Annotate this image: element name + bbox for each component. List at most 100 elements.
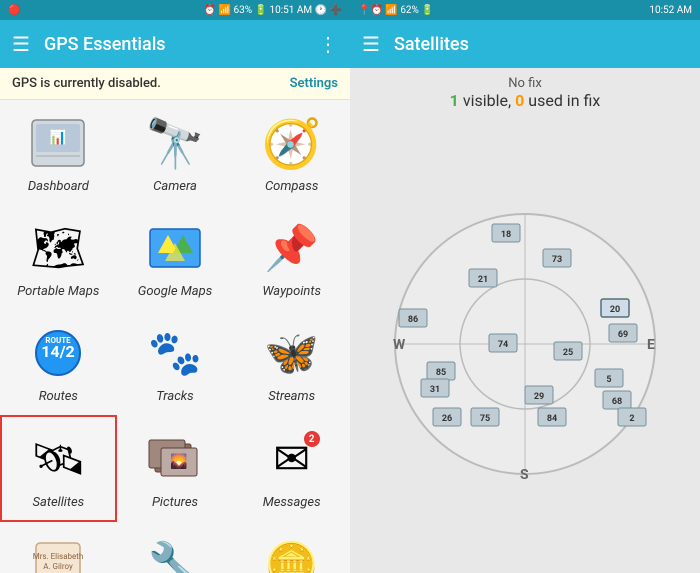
google-maps-icon xyxy=(148,225,202,271)
svg-text:20: 20 xyxy=(610,305,620,315)
svg-text:68: 68 xyxy=(612,397,622,407)
satellites-label: Satellites xyxy=(32,495,84,510)
svg-text:🌄: 🌄 xyxy=(170,453,187,470)
visible-text: visible, xyxy=(463,91,515,110)
portable-maps-label: Portable Maps xyxy=(17,284,99,299)
gps-banner: GPS is currently disabled. Settings xyxy=(0,68,350,100)
grid-item-google-maps[interactable]: Google Maps xyxy=(117,205,234,310)
routes-icon: ROUTE 14/2 xyxy=(30,327,86,379)
svg-text:85: 85 xyxy=(436,368,446,378)
svg-text:84: 84 xyxy=(547,414,557,424)
waypoints-label: Waypoints xyxy=(262,284,321,299)
svg-text:E: E xyxy=(647,337,655,353)
svg-text:Mrs. Elisabeth: Mrs. Elisabeth xyxy=(33,552,84,561)
tracks-icon: 🐾 xyxy=(148,327,203,379)
grid-item-coin[interactable]: 🪙 xyxy=(233,522,350,573)
svg-text:📊: 📊 xyxy=(50,129,67,146)
google-maps-label: Google Maps xyxy=(138,284,212,299)
svg-text:31: 31 xyxy=(430,385,440,395)
grid-item-pictures[interactable]: 🌄 Pictures xyxy=(117,415,234,522)
svg-text:5: 5 xyxy=(606,375,611,385)
svg-text:21: 21 xyxy=(478,275,488,285)
dashboard-label: Dashboard xyxy=(28,179,89,194)
svg-text:26: 26 xyxy=(442,414,452,424)
coin-icon-wrap: 🪙 xyxy=(260,533,324,573)
grid-item-satellites[interactable]: 🛰 Satellites xyxy=(0,415,117,522)
dashboard-icon: 📊 xyxy=(30,118,86,168)
pictures-label: Pictures xyxy=(152,495,198,510)
no-fix-label: No fix xyxy=(350,76,700,91)
grid-item-dashboard[interactable]: 📊 Dashboard xyxy=(0,100,117,205)
messages-label: Messages xyxy=(263,495,321,510)
grid-item-tools[interactable]: 🔧 xyxy=(117,522,234,573)
page-title: Satellites xyxy=(394,34,469,55)
google-maps-icon-wrap xyxy=(143,216,207,280)
routes-icon-wrap: ROUTE 14/2 xyxy=(26,321,90,385)
svg-text:2: 2 xyxy=(629,414,634,424)
compass-icon: 🧭 xyxy=(262,115,322,172)
gps-status-text: GPS is currently disabled. xyxy=(12,76,161,91)
compass-label: Compass xyxy=(265,179,318,194)
grid-item-routes[interactable]: ROUTE 14/2 Routes xyxy=(0,310,117,415)
grid-item-streams[interactable]: 🦋 Streams xyxy=(233,310,350,415)
tracks-label: Tracks xyxy=(156,389,193,404)
app-grid: 📊 Dashboard 🔭 Camera 🧭 Compass 🗺 Portabl… xyxy=(0,100,350,573)
satellites-icon-wrap: 🛰 xyxy=(26,427,90,491)
status-right-time: 10:52 AM xyxy=(649,5,692,16)
svg-text:69: 69 xyxy=(618,330,628,340)
grid-item-compass[interactable]: 🧭 Compass xyxy=(233,100,350,205)
grid-item-contact[interactable]: Mrs. Elisabeth A. Gilroy West Sussex xyxy=(0,522,117,573)
satellite-info: No fix 1 visible, 0 used in fix xyxy=(350,68,700,114)
status-center-left: ⏰ 📶 63% 🔋 10:51 AM 🕐 ➕ xyxy=(204,5,342,16)
svg-text:A. Gilroy: A. Gilroy xyxy=(44,562,74,571)
compass-svg: W E S 18 73 21 xyxy=(385,204,665,484)
routes-label: Routes xyxy=(39,389,78,404)
hamburger-menu-icon[interactable]: ☰ xyxy=(12,32,30,56)
svg-text:25: 25 xyxy=(563,348,573,358)
streams-icon: 🦋 xyxy=(264,327,319,379)
status-left: 🔴 xyxy=(8,5,20,16)
svg-text:86: 86 xyxy=(408,315,418,325)
fix-status: 1 visible, 0 used in fix xyxy=(350,91,700,110)
right-hamburger-icon[interactable]: ☰ xyxy=(362,32,380,56)
grid-item-messages[interactable]: ✉ 2 Messages xyxy=(233,415,350,522)
svg-text:14/2: 14/2 xyxy=(42,342,75,361)
messages-icon-wrap: ✉ 2 xyxy=(260,427,324,491)
left-header: ☰ GPS Essentials ⋮ xyxy=(0,20,350,68)
grid-item-portable-maps[interactable]: 🗺 Portable Maps xyxy=(0,205,117,310)
compass-icon-wrap: 🧭 xyxy=(260,111,324,175)
settings-link[interactable]: Settings xyxy=(290,76,338,91)
dashboard-icon-wrap: 📊 xyxy=(26,111,90,175)
portable-maps-icon: 🗺 xyxy=(30,222,86,274)
right-header: ☰ Satellites xyxy=(350,20,700,68)
pictures-icon-wrap: 🌄 xyxy=(143,427,207,491)
compass-container: W E S 18 73 21 xyxy=(385,204,665,484)
left-panel: 🔴 ⏰ 📶 63% 🔋 10:51 AM 🕐 ➕ ☰ GPS Essential… xyxy=(0,0,350,573)
grid-item-tracks[interactable]: 🐾 Tracks xyxy=(117,310,234,415)
grid-item-waypoints[interactable]: 📌 Waypoints xyxy=(233,205,350,310)
grid-item-camera[interactable]: 🔭 Camera xyxy=(117,100,234,205)
visible-count: 1 xyxy=(450,91,459,110)
waypoints-icon-wrap: 📌 xyxy=(260,216,324,280)
more-options-icon[interactable]: ⋮ xyxy=(318,32,338,56)
right-panel: 📍⏰ 📶 62% 🔋 10:52 AM ☰ Satellites No fix … xyxy=(350,0,700,573)
camera-icon-wrap: 🔭 xyxy=(143,111,207,175)
tracks-icon-wrap: 🐾 xyxy=(143,321,207,385)
waypoints-icon: 📌 xyxy=(264,222,319,274)
streams-icon-wrap: 🦋 xyxy=(260,321,324,385)
messages-badge: 2 xyxy=(304,431,320,447)
satellites-icon: 🛰 xyxy=(30,433,86,485)
used-count: 0 xyxy=(515,91,524,110)
streams-label: Streams xyxy=(268,389,315,404)
portable-maps-icon-wrap: 🗺 xyxy=(26,216,90,280)
svg-text:W: W xyxy=(393,337,406,353)
svg-text:18: 18 xyxy=(501,230,511,240)
pictures-icon: 🌄 xyxy=(147,434,203,484)
coin-icon: 🪙 xyxy=(264,539,319,573)
svg-text:74: 74 xyxy=(498,340,508,350)
app-title: GPS Essentials xyxy=(44,34,304,55)
status-right-left: 📍⏰ 📶 62% 🔋 xyxy=(358,5,434,16)
svg-text:75: 75 xyxy=(480,414,490,424)
svg-text:S: S xyxy=(520,467,529,483)
used-text: used in fix xyxy=(528,91,600,110)
